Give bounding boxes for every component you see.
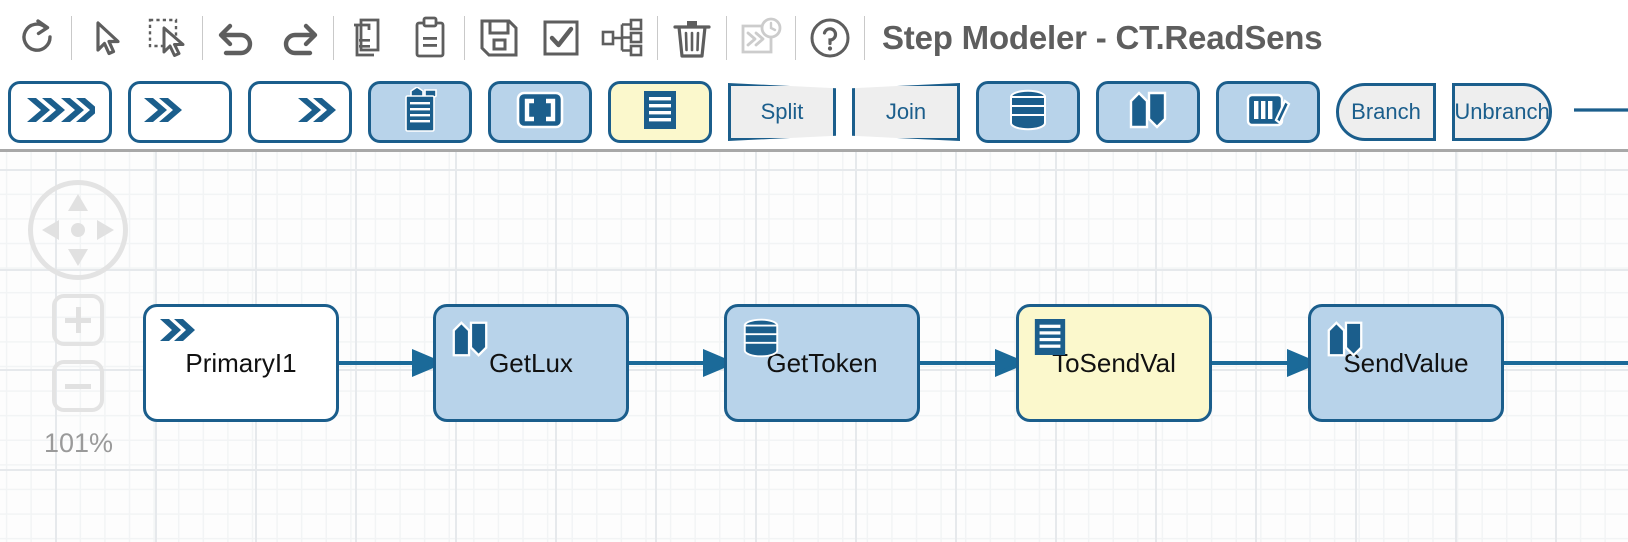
palette-item-library-step[interactable] [1216,81,1320,143]
toolbar-separator [726,16,727,60]
database-icon [1006,89,1050,136]
help-button[interactable] [799,7,861,69]
database-icon [740,317,782,364]
chevron-double-right-icon [296,95,338,130]
redo-icon [276,17,322,59]
undo-button[interactable] [206,7,268,69]
node-label: GetToken [766,348,877,379]
chevron-double-pair-icon [25,95,95,130]
node-label: ToSendVal [1052,348,1176,379]
palette-item-label: Branch [1351,99,1421,125]
toolbar-separator [795,16,796,60]
node-getlux[interactable]: GetLux [433,304,629,422]
toolbar-separator [71,16,72,60]
help-icon [807,15,853,61]
node-primaryi1[interactable]: PrimaryI1 [143,304,339,422]
node-gettoken[interactable]: GetToken [724,304,920,422]
form-lines-icon [1032,317,1068,362]
palette-item-note-step[interactable] [608,81,712,143]
palette-item-transfer-step[interactable] [1096,81,1200,143]
history-button[interactable] [730,7,792,69]
palette-item-label: Unbranch [1454,99,1549,125]
hierarchy-button[interactable] [592,7,654,69]
validate-icon [539,16,583,60]
toolbar-separator [864,16,865,60]
node-label: PrimaryI1 [185,348,296,379]
redo-button[interactable] [268,7,330,69]
palette-item-subprocess-step[interactable] [488,81,592,143]
chevron-double-icon [159,317,203,348]
node-label: GetLux [489,348,573,379]
chevron-double-left-icon [142,95,184,130]
arrow-right-icon [1572,95,1628,130]
undo-icon [214,17,260,59]
palette-item-branch-step[interactable]: Branch [1336,83,1436,141]
toolbar-separator [202,16,203,60]
pointer-icon [85,17,127,59]
select-button[interactable] [75,7,137,69]
palette-item-join-step[interactable]: Join [852,83,960,141]
save-icon [477,16,521,60]
brackets-icon [516,91,564,134]
diagram-canvas[interactable]: 101% PrimaryI1 GetLux [0,152,1628,542]
paste-button[interactable] [399,7,461,69]
copy-button[interactable] [337,7,399,69]
palette-item-label: Join [886,99,926,125]
toolbar-separator [333,16,334,60]
history-icon [737,16,785,60]
marquee-select-icon [145,16,191,60]
lines-list-icon [641,89,679,136]
palette-item-unbranch-step[interactable]: Unbranch [1452,83,1552,141]
save-button[interactable] [468,7,530,69]
main-toolbar: Step Modeler - CT.ReadSens [0,0,1628,75]
toolbar-separator [657,16,658,60]
node-sendvalue[interactable]: SendValue [1308,304,1504,422]
toolbar-separator [464,16,465,60]
validate-button[interactable] [530,7,592,69]
hierarchy-icon [600,16,646,60]
transfer-arrows-icon [1324,317,1366,366]
refresh-icon [16,17,58,59]
palette-item-label: Split [761,99,804,125]
delete-icon [670,16,714,60]
palette-item-database-step[interactable] [976,81,1080,143]
transfer-arrows-icon [1126,88,1170,137]
library-books-icon [1245,90,1291,135]
refresh-button[interactable] [6,7,68,69]
palette-item-exit-step[interactable] [248,81,352,143]
page-title: Step Modeler - CT.ReadSens [882,19,1322,57]
transfer-arrows-icon [449,317,491,366]
marquee-select-button[interactable] [137,7,199,69]
delete-button[interactable] [661,7,723,69]
paste-icon [409,16,451,60]
palette-toolbar: Split Join [0,75,1628,152]
copy-icon [347,16,389,60]
node-tosendval[interactable]: ToSendVal [1016,304,1212,422]
palette-item-split-step[interactable]: Split [728,83,836,141]
palette-item-start-step[interactable] [8,81,112,143]
palette-item-connector-arrow[interactable] [1572,95,1628,130]
palette-item-form-step[interactable] [368,81,472,143]
palette-item-entry-step[interactable] [128,81,232,143]
document-form-icon [400,87,440,138]
